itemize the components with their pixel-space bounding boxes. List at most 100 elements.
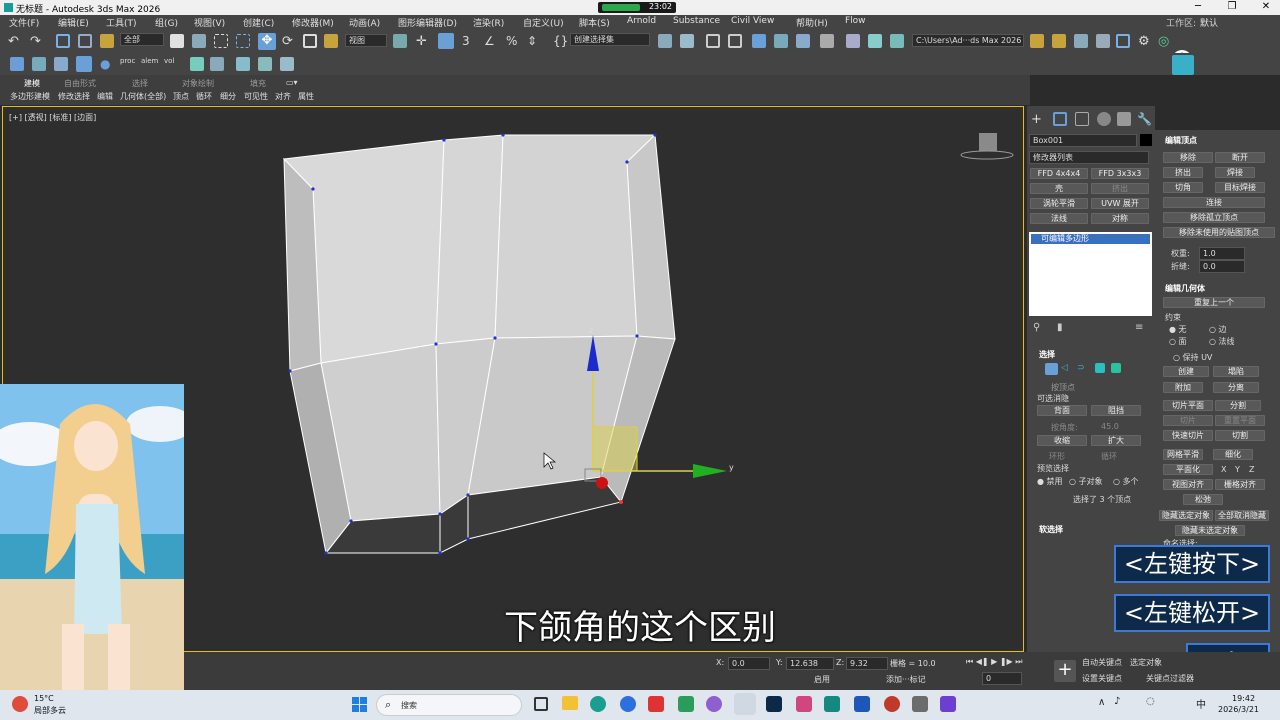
ignore-backfacing-label[interactable]: 可选消隐 [1037,393,1069,404]
redo-icon[interactable]: ↷ [30,34,44,49]
menu-arnold[interactable]: Arnold [627,16,656,26]
menu-help[interactable]: 帮助(H) [796,16,828,29]
vol-label[interactable]: vol [164,57,174,65]
app-pink-icon[interactable] [796,696,812,712]
ribbon-sub-vertex[interactable]: 顶点 [173,91,189,102]
word-icon[interactable] [854,696,870,712]
configure-sets-icon[interactable]: ≡ [1135,322,1149,336]
ring-label[interactable]: 环形 [1049,451,1065,462]
percent-snap-icon[interactable]: % [506,34,520,48]
edit-geometry-title[interactable]: 编辑几何体 [1165,283,1205,294]
ribbon-tab-object-paint[interactable]: 对象绘制 [182,78,214,89]
stack-item-editable-poly[interactable]: 可编辑多边形 [1031,234,1150,244]
ribbon-toggle-icon[interactable] [752,34,766,48]
ffd444-button[interactable]: FFD 4x4x4 [1030,168,1088,179]
element-mode-icon[interactable] [1111,363,1121,373]
schematic-view-icon[interactable] [796,34,810,48]
tray-mic-icon[interactable]: ♪ [1114,696,1120,707]
set-key-button[interactable]: 设置关键点 [1082,673,1122,684]
remove-isolated-button[interactable]: 移除孤立顶点 [1163,212,1265,223]
ribbon-tab-selection[interactable]: 选择 [132,78,148,89]
app-w-icon[interactable] [706,696,722,712]
weather-desc[interactable]: 局部多云 [34,705,66,716]
alem-label[interactable]: alem [141,57,158,65]
edit-named-sel-icon[interactable]: {} [553,34,568,48]
preview-multi-radio[interactable]: ○ 多个 [1113,476,1139,487]
ribbon-sub-properties[interactable]: 属性 [298,91,314,102]
quickslice-button[interactable]: 快速切片 [1163,430,1213,441]
edge-mode-icon[interactable]: ◁ [1061,363,1074,375]
place-icon[interactable] [324,34,338,48]
menu-create[interactable]: 创建(C) [243,16,274,29]
turbosmooth-button[interactable]: 涡轮平滑 [1030,198,1088,209]
preserve-uv-checkbox[interactable]: ○ 保持 UV [1173,352,1212,363]
menu-civil-view[interactable]: Civil View [731,16,774,26]
constraint-face-radio[interactable]: ○ 面 [1169,336,1187,347]
rendered-frame-icon[interactable] [868,34,882,48]
constraint-edge-radio[interactable]: ○ 边 [1209,324,1227,335]
app-photo-icon[interactable] [912,696,928,712]
layer-explorer-icon[interactable] [728,34,742,48]
loop-label[interactable]: 循环 [1101,451,1117,462]
chrome-icon[interactable] [620,696,636,712]
named-selection-dropdown[interactable]: 创建选择集 [570,33,650,46]
slice-button[interactable]: 切片 [1163,415,1213,426]
border-mode-icon[interactable]: ⊃ [1077,363,1090,375]
key-filters-button[interactable]: 关键点过滤器 [1146,673,1194,684]
remove-button[interactable]: 移除 [1163,152,1213,163]
photoshop-icon[interactable] [766,696,782,712]
cut-button[interactable]: 切割 [1215,430,1265,441]
normal-button[interactable]: 法线 [1030,213,1088,224]
create-tab-icon[interactable]: + [1031,112,1045,127]
menu-group[interactable]: 组(G) [155,16,178,29]
menu-flow[interactable]: Flow [845,16,866,26]
meshsmooth-button[interactable]: 网格平滑 [1163,449,1203,460]
workspace-select[interactable]: 默认 [1200,16,1218,29]
menu-rendering[interactable]: 渲染(R) [473,16,504,29]
crease-spinner[interactable]: 0.0 [1199,260,1245,273]
extrude-button[interactable]: 挤出 [1163,167,1203,178]
ribbon-sub-geometry[interactable]: 几何体(全部) [120,91,166,102]
open-folder-icon[interactable] [1052,34,1066,48]
ffd333-button[interactable]: FFD 3x3x3 [1091,168,1149,179]
bind-space-warp-icon[interactable] [100,34,114,48]
tool-b-icon[interactable] [210,57,224,71]
play-controls[interactable]: ⏮ ◀❚ ▶ ❚▶ ⏭ [966,657,1022,667]
window-crossing-icon[interactable] [236,34,250,48]
ribbon-sub-edit[interactable]: 编辑 [97,91,113,102]
modifier-list-dropdown[interactable]: 修改器列表 [1029,151,1149,164]
tray-network-icon[interactable]: ◌ [1146,696,1155,707]
project-folder-icon[interactable] [1030,34,1044,48]
symmetry-button[interactable]: 对称 [1091,213,1149,224]
menu-substance[interactable]: Substance [673,16,720,26]
pin-icon[interactable]: ● [100,57,114,71]
planarize-x[interactable]: X [1221,465,1226,474]
by-angle-label[interactable]: 按角度: [1051,422,1078,433]
menu-tools[interactable]: 工具(T) [106,16,137,29]
curve-editor-icon[interactable] [774,34,788,48]
uvw-unwrap-button[interactable]: UVW 展开 [1091,198,1149,209]
hide-unselected-button[interactable]: 隐藏未选定对象 [1175,525,1245,536]
menu-edit[interactable]: 编辑(E) [58,16,89,29]
app-active-icon[interactable] [734,693,756,715]
menu-animation[interactable]: 动画(A) [349,16,380,29]
backface-button[interactable]: 背面 [1037,405,1087,416]
menu-views[interactable]: 视图(V) [194,16,225,29]
occluded-button[interactable]: 阻挡 [1091,405,1141,416]
render-setup-icon[interactable] [846,34,860,48]
grow-button[interactable]: 扩大 [1091,435,1141,446]
y-coord-field[interactable]: 12.638 [786,657,834,670]
clock-time[interactable]: 19:42 [1232,694,1255,703]
object-color-swatch[interactable] [1140,134,1152,146]
motion-tab-icon[interactable] [1097,112,1111,126]
display-tab-icon[interactable] [1117,112,1131,126]
scene-explorer-icon[interactable] [706,34,720,48]
select-by-name-icon[interactable] [192,34,206,48]
align-icon[interactable] [680,34,694,48]
clock-date[interactable]: 2026/3/21 [1218,705,1259,714]
layer-manage-icon[interactable] [54,57,68,71]
collapse-button[interactable]: 塌陷 [1213,366,1259,377]
proc-label[interactable]: proc [120,57,135,65]
remove-unused-map-button[interactable]: 移除未使用的贴图顶点 [1163,227,1275,238]
3dsmax-icon[interactable] [824,696,840,712]
